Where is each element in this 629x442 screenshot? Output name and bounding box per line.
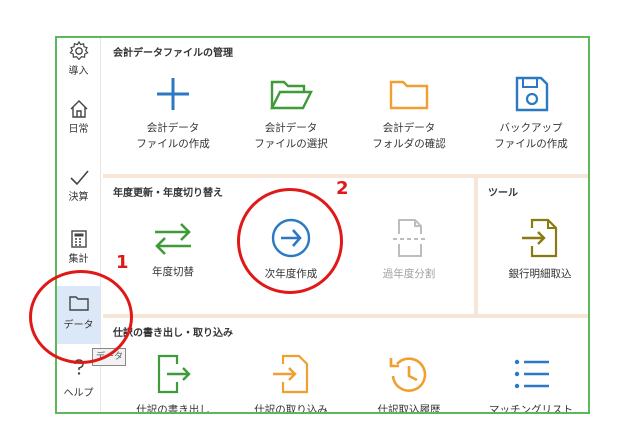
home-icon bbox=[70, 100, 87, 118]
annotation-number-1: 1 bbox=[116, 252, 129, 273]
section-journal-io: 仕訳の書き出し・取り込み 仕訳の書き出し 仕訳の取り込み 仕訳取込履歴 マッチン… bbox=[103, 318, 588, 414]
annotation-number-2: 2 bbox=[336, 178, 349, 199]
tile-import-bank-statement[interactable]: 銀行明細取込 bbox=[492, 216, 588, 282]
tile-label: 仕訳の書き出し bbox=[136, 404, 210, 414]
section-title: 年度更新・年度切り替え bbox=[113, 188, 223, 199]
sidebar-item-daily[interactable]: 日常 bbox=[57, 98, 100, 150]
tile-create-backup[interactable]: バックアップ ファイルの作成 bbox=[481, 74, 581, 152]
tile-export-journal[interactable]: 仕訳の書き出し bbox=[125, 352, 221, 414]
history-icon bbox=[389, 357, 427, 392]
tile-matching-list[interactable]: マッチングリスト bbox=[481, 352, 581, 414]
tile-label: マッチングリスト bbox=[489, 404, 573, 414]
save-disk-icon bbox=[515, 76, 549, 112]
tile-label: 過年度分割 bbox=[382, 268, 436, 280]
tile-import-history[interactable]: 仕訳取込履歴 bbox=[361, 352, 457, 414]
tile-label-line1: 会計データ bbox=[382, 122, 436, 134]
tile-label-line2: ファイルの選択 bbox=[254, 138, 328, 150]
open-folder-icon bbox=[270, 80, 313, 110]
tile-label: 年度切替 bbox=[152, 266, 194, 278]
section-tools: ツール 銀行明細取込 bbox=[478, 178, 588, 314]
tile-label-line1: バックアップ bbox=[499, 122, 563, 134]
checkmark-icon bbox=[69, 170, 89, 186]
section-title: ツール bbox=[488, 188, 518, 199]
tile-create-data-file[interactable]: 会計データ ファイルの作成 bbox=[125, 74, 221, 152]
swap-arrows-icon bbox=[155, 223, 191, 255]
tile-label: 銀行明細取込 bbox=[508, 268, 572, 280]
annotation-circle-2 bbox=[237, 188, 343, 294]
tile-label-line2: フォルダの確認 bbox=[372, 138, 446, 150]
tile-split-past-year[interactable]: 過年度分割 bbox=[359, 216, 459, 282]
sidebar-item-closing[interactable]: 決算 bbox=[57, 166, 100, 218]
annotation-circle-1 bbox=[29, 270, 133, 364]
main-content: 会計データファイルの管理 会計データ ファイルの作成 会計データ ファイルの選択 bbox=[103, 38, 588, 412]
tile-select-data-file[interactable]: 会計データ ファイルの選択 bbox=[243, 74, 339, 152]
calculator-icon bbox=[70, 230, 87, 248]
tile-label: 仕訳の取り込み bbox=[254, 404, 328, 414]
tile-check-data-folder[interactable]: 会計データ フォルダの確認 bbox=[361, 74, 457, 152]
tile-import-journal[interactable]: 仕訳の取り込み bbox=[243, 352, 339, 414]
split-document-icon bbox=[393, 219, 425, 257]
tile-label-line2: ファイルの作成 bbox=[136, 138, 210, 150]
sidebar-label: ヘルプ bbox=[63, 388, 94, 399]
folder-icon bbox=[389, 80, 429, 110]
tile-switch-year[interactable]: 年度切替 bbox=[127, 218, 219, 280]
tile-label-line1: 会計データ bbox=[146, 122, 200, 134]
gear-icon bbox=[68, 40, 89, 61]
sidebar-label: 決算 bbox=[68, 192, 89, 203]
tile-label-line2: ファイルの作成 bbox=[494, 138, 568, 150]
section-title: 会計データファイルの管理 bbox=[113, 48, 233, 59]
export-document-icon bbox=[157, 354, 191, 394]
section-file-management: 会計データファイルの管理 会計データ ファイルの作成 会計データ ファイルの選択 bbox=[103, 38, 588, 174]
sidebar-label: 集計 bbox=[68, 254, 89, 265]
import-document-icon bbox=[522, 218, 558, 258]
tile-label-line1: 会計データ bbox=[264, 122, 318, 134]
list-icon bbox=[514, 359, 549, 389]
tile-label: 仕訳取込履歴 bbox=[377, 404, 441, 414]
sidebar-item-setup[interactable]: 導入 bbox=[57, 38, 100, 90]
import-file-icon bbox=[273, 354, 309, 394]
plus-icon bbox=[157, 78, 189, 110]
sidebar-label: 導入 bbox=[68, 66, 89, 77]
sidebar-label: 日常 bbox=[68, 124, 89, 135]
